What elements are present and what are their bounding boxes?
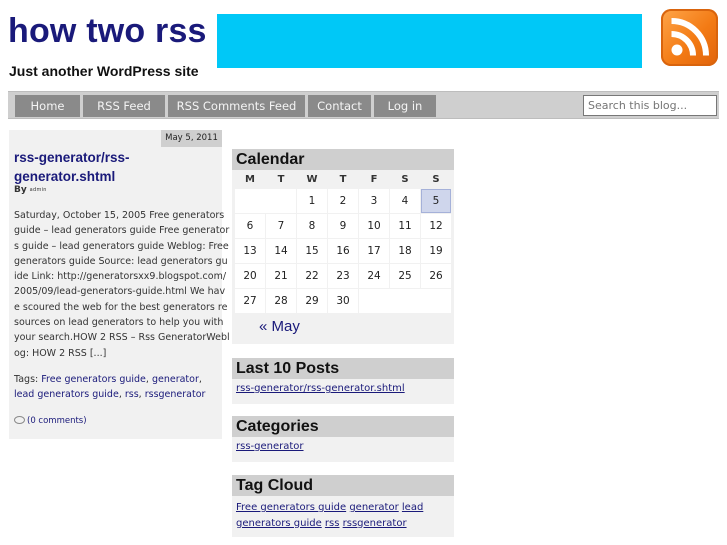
categories-widget: Categories rss-generator bbox=[232, 416, 454, 462]
post-author: admin bbox=[29, 187, 47, 193]
tag-cloud-list: Free generators guide generator lead gen… bbox=[232, 496, 454, 535]
calendar-day: 8 bbox=[297, 214, 327, 238]
calendar-grid: M T W T F S S 1 2 3 4 5 6 7 8 9 10 11 12 13 14 15 16 17 1… bbox=[234, 170, 452, 314]
nav-contact[interactable]: Contact bbox=[308, 95, 371, 117]
weekday-header: M bbox=[245, 174, 255, 185]
calendar-day: 23 bbox=[328, 264, 358, 288]
calendar-day: 9 bbox=[328, 214, 358, 238]
weekday-header: T bbox=[277, 174, 285, 185]
main-navigation: Home RSS Feed RSS Comments Feed Contact … bbox=[8, 91, 719, 119]
tag-link[interactable]: lead generators guide bbox=[14, 389, 119, 400]
search-input[interactable] bbox=[583, 95, 717, 116]
weekday-header: T bbox=[339, 174, 347, 185]
last-posts-list: rss-generator/rss-generator.shtml bbox=[232, 379, 454, 401]
tag-link[interactable]: rss bbox=[125, 389, 139, 400]
calendar-empty-cell bbox=[359, 289, 451, 313]
post-tags: Tags: Free generators guide, generator, … bbox=[14, 374, 206, 401]
calendar-day: 15 bbox=[297, 239, 327, 263]
calendar-day: 7 bbox=[266, 214, 296, 238]
calendar-day: 18 bbox=[390, 239, 420, 263]
header-banner bbox=[217, 14, 642, 68]
calendar-day: 1 bbox=[297, 189, 327, 213]
last-posts-widget: Last 10 Posts rss-generator/rss-generato… bbox=[232, 358, 454, 404]
tag-cloud-link[interactable]: Free generators guide bbox=[236, 502, 346, 513]
comments-link[interactable]: (0 comments) bbox=[14, 416, 87, 426]
weekday-header: S bbox=[401, 174, 409, 185]
calendar-day: 28 bbox=[266, 289, 296, 313]
calendar-day: 25 bbox=[390, 264, 420, 288]
calendar-week-row: 13 14 15 16 17 18 19 bbox=[235, 239, 451, 263]
calendar-day: 26 bbox=[421, 264, 451, 288]
comment-bubble-icon bbox=[14, 416, 25, 424]
weekday-header: F bbox=[370, 174, 378, 185]
calendar-week-row: 27 28 29 30 bbox=[235, 289, 451, 313]
site-tagline: Just another WordPress site bbox=[9, 63, 199, 79]
calendar-day: 16 bbox=[328, 239, 358, 263]
calendar-day: 20 bbox=[235, 264, 265, 288]
calendar-day: 11 bbox=[390, 214, 420, 238]
calendar-day: 5 bbox=[421, 189, 451, 213]
tag-cloud-link[interactable]: rssgenerator bbox=[343, 518, 407, 529]
calendar-day: 24 bbox=[359, 264, 389, 288]
post-date: May 5, 2011 bbox=[161, 130, 222, 147]
calendar-week-row: 6 7 8 9 10 11 12 bbox=[235, 214, 451, 238]
tag-cloud-link[interactable]: generator bbox=[349, 502, 398, 513]
categories-title: Categories bbox=[232, 416, 454, 437]
calendar-day: 19 bbox=[421, 239, 451, 263]
comments-count[interactable]: (0 comments) bbox=[27, 416, 87, 426]
calendar-day: 21 bbox=[266, 264, 296, 288]
tags-label: Tags: bbox=[14, 374, 39, 385]
calendar-widget: Calendar M T W T F S S 1 2 3 4 5 6 7 8 9 10 11 12 13… bbox=[232, 149, 454, 344]
tag-cloud-link[interactable]: rss bbox=[325, 518, 340, 529]
byline-label: By bbox=[14, 185, 27, 195]
calendar-day: 4 bbox=[390, 189, 420, 213]
calendar-day: 13 bbox=[235, 239, 265, 263]
calendar-day: 2 bbox=[328, 189, 358, 213]
post-title[interactable]: rss-generator/rss-generator.shtml bbox=[14, 148, 214, 186]
calendar-day: 17 bbox=[359, 239, 389, 263]
post-card: May 5, 2011 rss-generator/rss-generator.… bbox=[9, 130, 230, 439]
last-posts-title: Last 10 Posts bbox=[232, 358, 454, 379]
calendar-day: 6 bbox=[235, 214, 265, 238]
nav-home[interactable]: Home bbox=[15, 95, 80, 117]
calendar-day: 29 bbox=[297, 289, 327, 313]
weekday-header: S bbox=[432, 174, 440, 185]
tag-link[interactable]: Free generators guide bbox=[41, 374, 146, 385]
calendar-day: 3 bbox=[359, 189, 389, 213]
calendar-day: 10 bbox=[359, 214, 389, 238]
calendar-day: 27 bbox=[235, 289, 265, 313]
site-title[interactable]: how two rss bbox=[8, 12, 207, 51]
tag-link[interactable]: generator bbox=[152, 374, 199, 385]
nav-rss-feed[interactable]: RSS Feed bbox=[83, 95, 165, 117]
categories-list: rss-generator bbox=[232, 437, 454, 459]
post-excerpt: Saturday, October 15, 2005 Free generato… bbox=[14, 210, 230, 359]
calendar-week-row: 12345 bbox=[235, 189, 451, 213]
calendar-prev-month-link[interactable]: « May bbox=[232, 314, 454, 341]
calendar-empty-cell bbox=[235, 189, 296, 213]
last-post-link[interactable]: rss-generator/rss-generator.shtml bbox=[236, 383, 405, 394]
tag-link[interactable]: rssgenerator bbox=[145, 389, 206, 400]
calendar-week-row: 20 21 22 23 24 25 26 bbox=[235, 264, 451, 288]
calendar-title: Calendar bbox=[232, 149, 454, 170]
tag-cloud-title: Tag Cloud bbox=[232, 475, 454, 496]
calendar-day: 22 bbox=[297, 264, 327, 288]
nav-log-in[interactable]: Log in bbox=[374, 95, 436, 117]
calendar-day: 14 bbox=[266, 239, 296, 263]
post-byline: By admin bbox=[14, 185, 47, 195]
nav-rss-comments-feed[interactable]: RSS Comments Feed bbox=[168, 95, 305, 117]
rss-feed-icon[interactable] bbox=[661, 9, 718, 66]
category-link[interactable]: rss-generator bbox=[236, 441, 304, 452]
calendar-day: 12 bbox=[421, 214, 451, 238]
weekday-header: W bbox=[306, 174, 318, 185]
calendar-day: 30 bbox=[328, 289, 358, 313]
tag-cloud-widget: Tag Cloud Free generators guide generato… bbox=[232, 475, 454, 537]
